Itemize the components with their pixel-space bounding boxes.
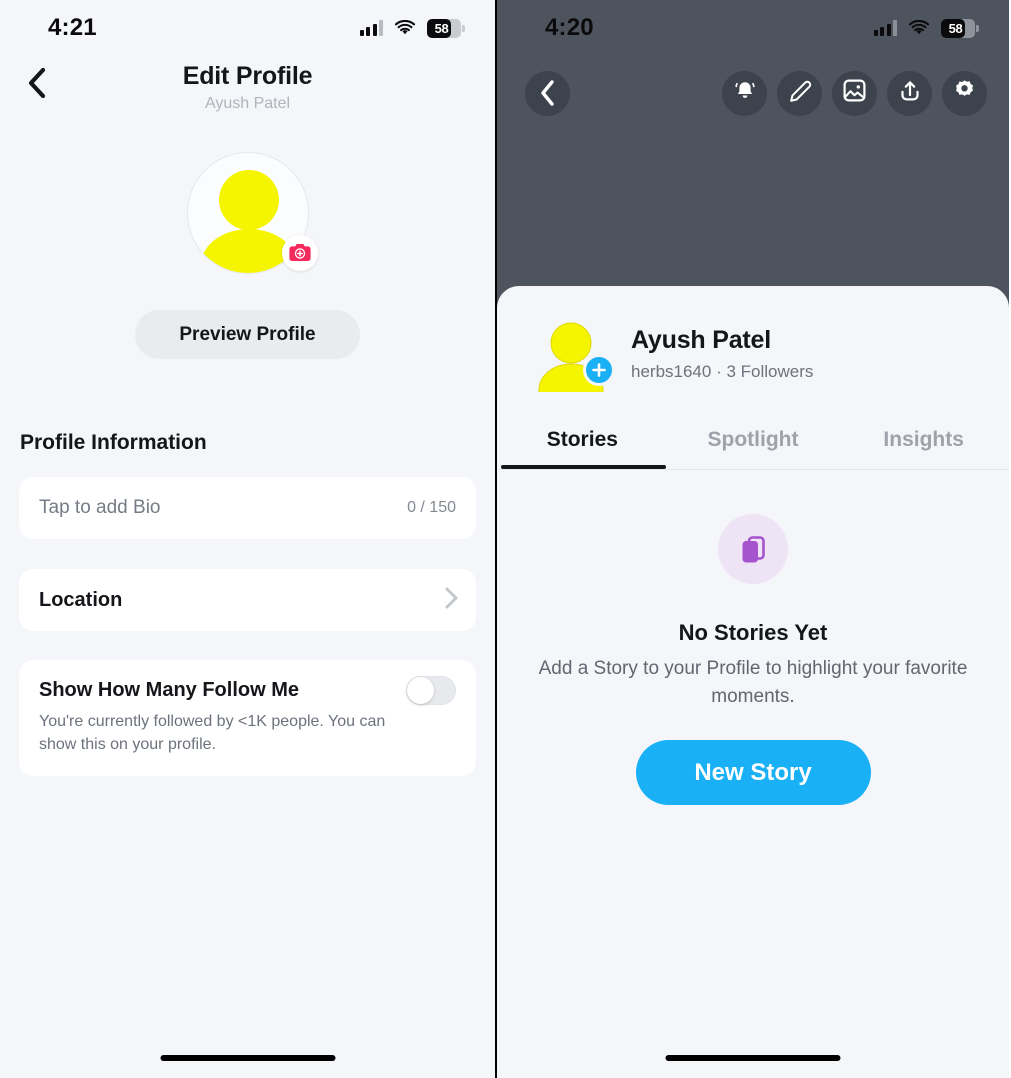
avatar[interactable] [533, 316, 615, 417]
wifi-icon [908, 19, 930, 36]
profile-header: Ayush Patel herbs1640 · 3 Followers [497, 286, 1009, 417]
preview-profile-button[interactable]: Preview Profile [135, 310, 360, 359]
profile-identity: Ayush Patel herbs1640 · 3 Followers [631, 326, 813, 382]
status-indicators: 58 [873, 18, 979, 38]
profile-username-followers: herbs1640 · 3 Followers [631, 362, 814, 381]
status-time: 4:21 [48, 14, 97, 41]
profile-content-card: Ayush Patel herbs1640 · 3 Followers Stor… [497, 286, 1009, 1078]
status-bar-left: 4:21 58 [0, 0, 495, 56]
location-row[interactable]: Location [19, 569, 476, 631]
share-button[interactable] [887, 70, 932, 116]
location-label: Location [39, 588, 123, 611]
show-follower-count-row[interactable]: Show How Many Follow Me You're currently… [19, 660, 476, 777]
empty-state-stories: No Stories Yet Add a Story to your Profi… [497, 470, 1009, 806]
home-indicator [160, 1055, 335, 1061]
plus-badge-icon[interactable] [583, 354, 615, 386]
profile-screen: 4:20 58 Ayush Patel herbs1640 · 3 Follow… [497, 0, 1009, 1078]
tab-insights[interactable]: Insights [838, 428, 1009, 469]
tab-spotlight[interactable]: Spotlight [668, 428, 839, 469]
tab-stories[interactable]: Stories [497, 428, 668, 469]
profile-display-name: Ayush Patel [631, 326, 771, 354]
home-indicator [665, 1055, 841, 1061]
bio-placeholder: Tap to add Bio [39, 497, 161, 518]
page-title: Edit Profile [182, 62, 313, 90]
empty-state-description: Add a Story to your Profile to highlight… [538, 658, 968, 707]
photo-button[interactable] [832, 70, 877, 116]
bio-input-row[interactable]: Tap to add Bio 0 / 150 [19, 477, 476, 539]
show-follower-count-toggle[interactable] [406, 676, 456, 705]
bio-character-counter: 0 / 150 [407, 499, 456, 516]
battery-icon: 58 [427, 18, 465, 38]
settings-button[interactable] [942, 70, 987, 116]
show-follower-count-label: Show How Many Follow Me [39, 679, 299, 701]
stacked-cards-icon [718, 514, 788, 584]
status-time: 4:20 [545, 14, 594, 41]
back-chevron-icon[interactable] [525, 70, 570, 116]
bell-icon [733, 79, 757, 108]
dual-phone-screenshot: 4:21 58 Edit Profile Ayush Patel Preview… [0, 0, 1011, 1078]
show-follower-count-description: You're currently followed by <1K people.… [39, 713, 386, 753]
avatar[interactable] [186, 152, 318, 274]
battery-level: 58 [948, 20, 963, 36]
status-indicators: 58 [359, 18, 465, 38]
chevron-right-icon [445, 587, 458, 614]
status-bar-right: 4:20 58 [497, 0, 1009, 56]
back-chevron-icon[interactable] [18, 64, 56, 102]
edit-profile-screen: 4:21 58 Edit Profile Ayush Patel Preview… [0, 0, 497, 1078]
profile-tabs: Stories Spotlight Insights [497, 428, 1009, 469]
profile-toolbar [497, 56, 1009, 130]
new-story-button[interactable]: New Story [635, 740, 871, 806]
empty-state-title: No Stories Yet [678, 620, 828, 645]
battery-level: 58 [434, 20, 449, 36]
pencil-icon [788, 79, 812, 108]
battery-icon: 58 [941, 18, 979, 38]
edit-profile-button[interactable] [777, 70, 822, 116]
gear-icon [952, 78, 977, 108]
image-icon [842, 78, 867, 108]
cellular-signal-icon [873, 20, 897, 36]
cellular-signal-icon [359, 20, 383, 36]
page-subtitle: Ayush Patel [204, 95, 291, 112]
camera-plus-badge-icon[interactable] [281, 235, 318, 271]
section-title-profile-information: Profile Information [20, 431, 207, 454]
notifications-button[interactable] [722, 70, 767, 116]
nav-bar-left: Edit Profile Ayush Patel [0, 56, 495, 128]
share-upload-icon [898, 79, 922, 108]
wifi-icon [394, 19, 416, 36]
avatar-section: Preview Profile [0, 152, 495, 359]
